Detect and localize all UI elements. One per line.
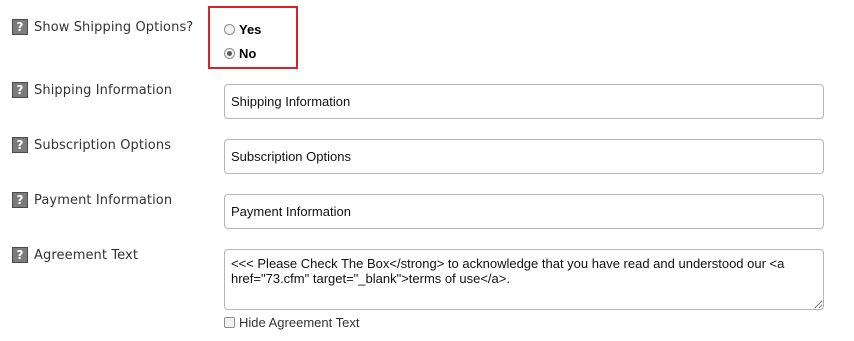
- radio-no[interactable]: [224, 48, 235, 59]
- radio-yes[interactable]: [224, 24, 235, 35]
- agreement-text-label: Agreement Text: [34, 247, 139, 263]
- subscription-options-label-row: ? Subscription Options: [12, 137, 171, 153]
- payment-information-label-row: ? Payment Information: [12, 192, 172, 208]
- hide-agreement-text-row[interactable]: Hide Agreement Text: [224, 315, 359, 330]
- shipping-options-radio-group: Yes No: [208, 6, 298, 69]
- help-icon[interactable]: ?: [12, 192, 28, 208]
- shipping-options-label-row: ? Show Shipping Options?: [12, 19, 193, 35]
- payment-information-label: Payment Information: [34, 192, 173, 208]
- shipping-information-label: Shipping Information: [34, 82, 173, 98]
- payment-information-input[interactable]: [224, 194, 824, 229]
- hide-agreement-text-checkbox[interactable]: [224, 317, 235, 328]
- shipping-information-label-row: ? Shipping Information: [12, 82, 172, 98]
- agreement-text-textarea[interactable]: <<< Please Check The Box</strong> to ack…: [224, 249, 824, 310]
- help-icon[interactable]: ?: [12, 82, 28, 98]
- shipping-information-input[interactable]: [224, 84, 824, 119]
- subscription-options-label: Subscription Options: [34, 137, 172, 153]
- agreement-text-label-row: ? Agreement Text: [12, 247, 138, 263]
- radio-no-label: No: [239, 46, 257, 61]
- radio-yes-label: Yes: [239, 22, 262, 37]
- subscription-options-input[interactable]: [224, 139, 824, 174]
- radio-option-no[interactable]: No: [224, 46, 256, 61]
- hide-agreement-text-label: Hide Agreement Text: [239, 315, 360, 330]
- shipping-options-label: Show Shipping Options?: [34, 19, 194, 35]
- radio-option-yes[interactable]: Yes: [224, 22, 261, 37]
- help-icon[interactable]: ?: [12, 247, 28, 263]
- help-icon[interactable]: ?: [12, 19, 28, 35]
- help-icon[interactable]: ?: [12, 137, 28, 153]
